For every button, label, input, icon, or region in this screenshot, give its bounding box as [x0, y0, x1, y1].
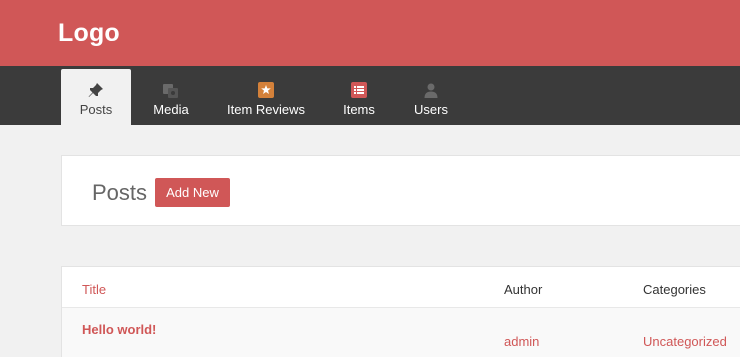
- tab-items[interactable]: Items: [333, 69, 385, 125]
- tab-label: Users: [414, 102, 448, 117]
- tab-label: Posts: [79, 102, 113, 117]
- logo[interactable]: Logo: [58, 19, 120, 48]
- tab-label: Item Reviews: [226, 102, 306, 117]
- user-icon: [422, 81, 440, 99]
- tab-label: Items: [343, 102, 375, 117]
- main-nav: Posts Media Item Reviews Items Users: [0, 66, 740, 125]
- table-row: Hello world! admin Uncategorized: [62, 308, 740, 357]
- author-link[interactable]: admin: [504, 334, 539, 349]
- category-link[interactable]: Uncategorized: [643, 334, 727, 349]
- page-header-card: Posts Add New: [61, 155, 740, 226]
- column-categories: Categories: [643, 282, 706, 297]
- media-icon: [162, 81, 180, 99]
- tab-media[interactable]: Media: [140, 69, 202, 125]
- page-title: Posts: [92, 180, 148, 205]
- tab-item-reviews[interactable]: Item Reviews: [222, 69, 310, 125]
- star-icon: [257, 81, 275, 99]
- list-icon: [350, 81, 368, 99]
- column-title[interactable]: Title: [82, 282, 106, 297]
- tab-users[interactable]: Users: [406, 69, 456, 125]
- tab-posts[interactable]: Posts: [61, 69, 131, 125]
- tab-label: Media: [153, 102, 189, 117]
- top-header: Logo: [0, 0, 740, 66]
- post-title-link[interactable]: Hello world!: [82, 322, 156, 337]
- pin-icon: [87, 81, 105, 99]
- posts-table: Title Author Categories Hello world! adm…: [61, 266, 740, 357]
- add-new-button[interactable]: Add New: [155, 178, 230, 207]
- table-header: Title Author Categories: [62, 267, 740, 308]
- column-author: Author: [504, 282, 543, 297]
